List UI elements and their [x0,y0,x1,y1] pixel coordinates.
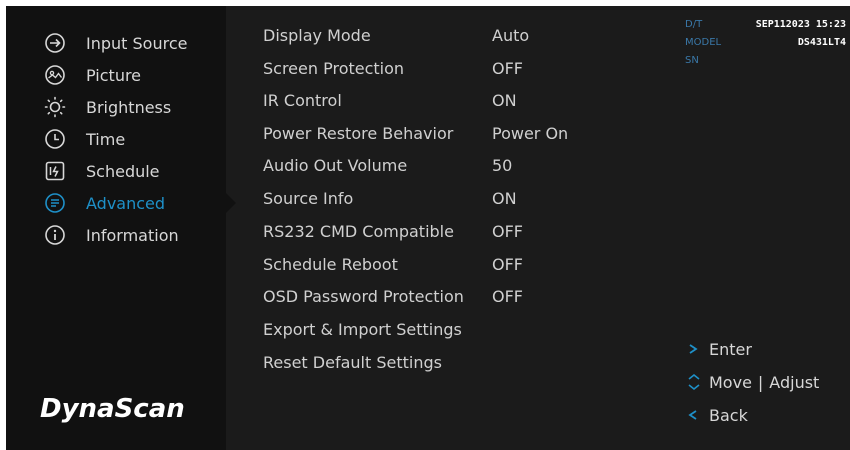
sidebar: Input Source Picture Brightness Time Sch… [6,6,226,450]
setting-power-restore-behavior[interactable]: Power Restore Behavior [263,122,453,146]
osd-window: Input Source Picture Brightness Time Sch… [6,6,850,450]
setting-rs232-cmd-compatible[interactable]: RS232 CMD Compatible [263,220,454,244]
sidebar-item-label: Advanced [86,193,166,213]
advanced-icon [44,192,66,214]
setting-value-schedule-reboot[interactable]: OFF [492,253,523,277]
sidebar-item-brightness[interactable]: Brightness [44,94,171,120]
sidebar-item-label: Schedule [86,161,160,181]
setting-export-import-settings[interactable]: Export & Import Settings [263,318,462,342]
dt-label: D/T [685,19,703,30]
picture-icon [44,64,66,86]
setting-screen-protection[interactable]: Screen Protection [263,57,404,81]
sidebar-item-label: Time [86,129,126,149]
hint-separator: | [757,372,764,392]
sidebar-item-picture[interactable]: Picture [44,62,141,88]
chevron-right-icon [687,343,709,355]
brightness-icon [44,96,66,118]
sidebar-item-label: Brightness [86,97,172,117]
setting-value-ir-control[interactable]: ON [492,89,517,113]
input-source-icon [44,32,66,54]
setting-audio-out-volume[interactable]: Audio Out Volume [263,154,407,178]
sidebar-item-schedule[interactable]: Schedule [44,158,160,184]
setting-ir-control[interactable]: IR Control [263,89,342,113]
sn-label: SN [685,55,699,66]
active-pointer-icon [226,193,236,213]
schedule-icon [44,160,66,182]
sidebar-item-advanced[interactable]: Advanced [44,190,165,216]
hint-move-label: Move [709,372,752,392]
setting-schedule-reboot[interactable]: Schedule Reboot [263,253,398,277]
hint-enter: Enter [687,337,752,361]
chevron-up-down-icon [687,373,709,391]
chevron-left-icon [687,409,709,421]
setting-value-power-restore-behavior[interactable]: Power On [492,122,568,146]
setting-value-display-mode[interactable]: Auto [492,24,529,48]
setting-value-osd-password-protection[interactable]: OFF [492,285,523,309]
setting-value-source-info[interactable]: ON [492,187,517,211]
setting-value-audio-out-volume[interactable]: 50 [492,154,512,178]
sidebar-item-information[interactable]: Information [44,222,179,248]
hint-back-label: Back [709,405,748,425]
setting-display-mode[interactable]: Display Mode [263,24,371,48]
model-label: MODEL [685,37,722,48]
sidebar-item-label: Picture [86,65,142,85]
sidebar-item-label: Input Source [86,33,188,53]
model-value: DS431LT4 [797,37,846,48]
setting-value-screen-protection[interactable]: OFF [492,57,523,81]
dt-value: SEP112023 15:23 [755,19,846,30]
setting-source-info[interactable]: Source Info [263,187,353,211]
information-icon [44,224,66,246]
setting-reset-default-settings[interactable]: Reset Default Settings [263,351,442,375]
hint-back: Back [687,403,748,427]
hint-enter-label: Enter [709,339,752,359]
hint-move-adjust: Move | Adjust [687,370,819,394]
setting-value-rs232-cmd-compatible[interactable]: OFF [492,220,523,244]
sidebar-item-label: Information [86,225,179,245]
setting-osd-password-protection[interactable]: OSD Password Protection [263,285,464,309]
clock-icon [44,128,66,150]
hint-adjust-label: Adjust [769,372,820,392]
brand-logo: DynaScan [40,394,185,424]
sidebar-item-input-source[interactable]: Input Source [44,30,187,56]
sidebar-item-time[interactable]: Time [44,126,125,152]
